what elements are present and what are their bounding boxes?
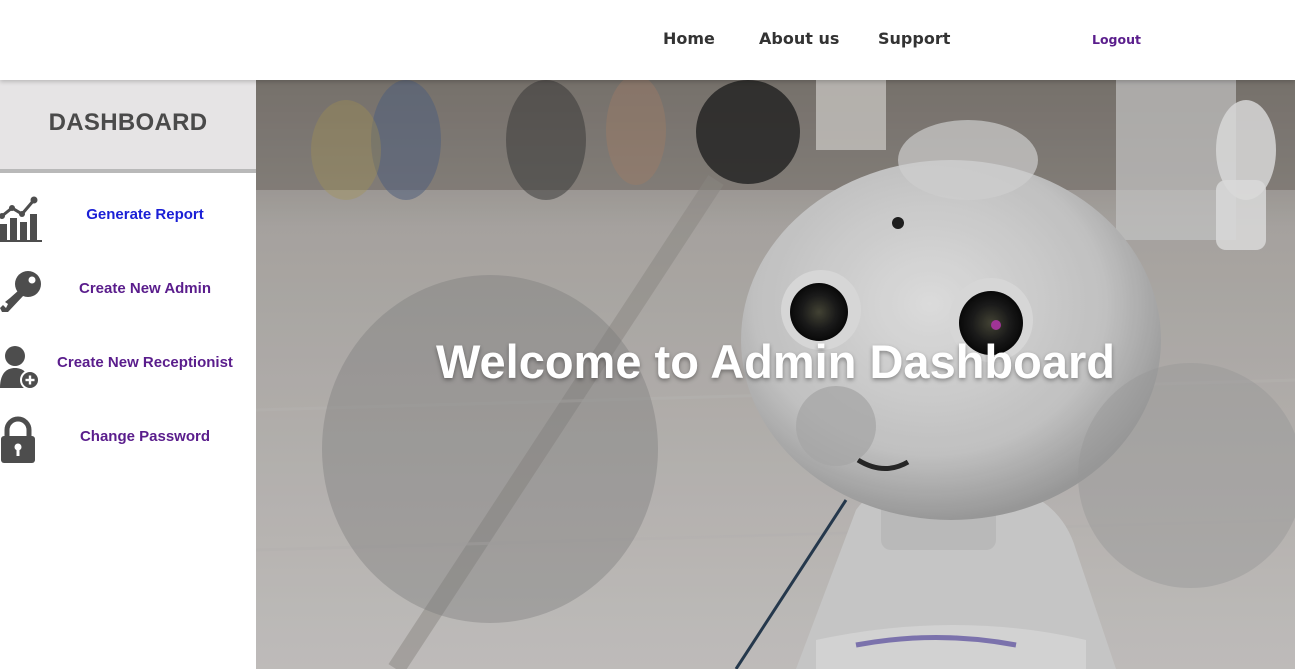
sidebar-item-create-admin[interactable]: Create New Admin <box>0 260 256 320</box>
hero-banner: Welcome to Admin Dashboard <box>256 80 1295 669</box>
decorative-bubble <box>796 386 876 466</box>
top-navbar: Home About us Support Logout <box>0 0 1295 80</box>
sidebar: DASHBOARD Generate Report Create New Adm… <box>0 80 256 669</box>
decorative-bubble <box>322 275 658 623</box>
sidebar-item-create-receptionist[interactable]: Create New Receptionist <box>0 334 256 394</box>
decorative-bubble <box>1078 363 1295 588</box>
nav-support-link[interactable]: Support <box>878 29 950 48</box>
logout-link[interactable]: Logout <box>1092 32 1141 47</box>
nav-about-link[interactable]: About us <box>759 29 839 48</box>
sidebar-item-label: Generate Report <box>86 206 204 223</box>
sidebar-item-label: Create New Admin <box>79 280 211 297</box>
sidebar-item-label: Change Password <box>79 428 211 445</box>
sidebar-title: DASHBOARD <box>48 108 208 136</box>
decorative-bubble <box>696 80 800 184</box>
sidebar-item-label: Create New Receptionist <box>57 354 233 371</box>
hero-title: Welcome to Admin Dashboard <box>436 335 1115 388</box>
nav-home-link[interactable]: Home <box>663 29 715 48</box>
sidebar-item-generate-report[interactable]: Generate Report <box>0 186 256 246</box>
sidebar-header: DASHBOARD <box>0 80 256 173</box>
sidebar-item-change-password[interactable]: Change Password <box>0 408 256 468</box>
